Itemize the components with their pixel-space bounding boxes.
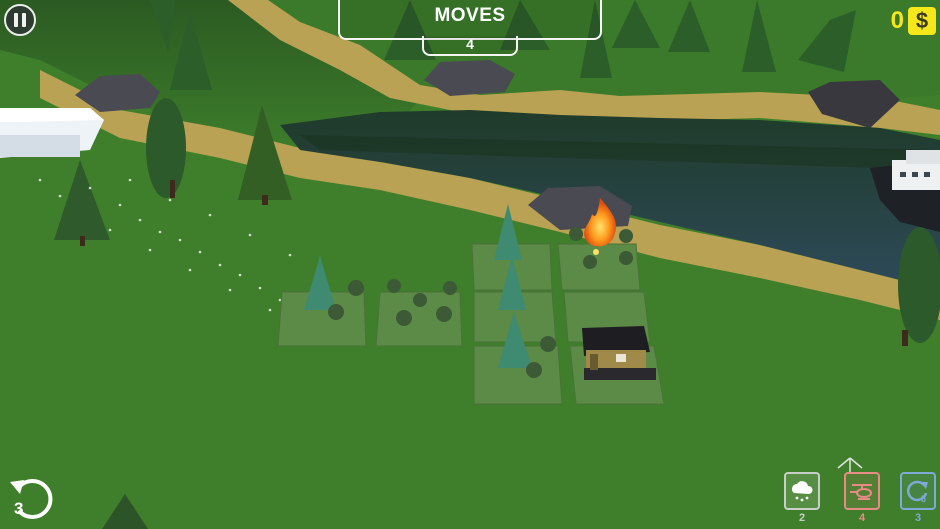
rain-cloud-icon [792,481,813,502]
refresh-badge: 5 [921,494,926,504]
moves-value: 4 [466,36,474,52]
undo-button[interactable]: 3 [6,472,58,524]
helicopter-icon [850,484,872,500]
moves-label: MOVES [434,5,506,26]
moves-panel: MOVES 4 [338,0,602,56]
refresh-ability-count: 3 [914,512,922,524]
game-scene[interactable] [0,0,940,529]
helicopter-ability-button[interactable] [844,472,880,510]
dollar-icon: $ [908,7,936,35]
undo-count: 3 [14,499,24,518]
rain-ability-count: 2 [798,512,806,524]
money-value: 0 [890,7,904,34]
pause-icon [14,13,18,27]
moves-counter: 4 [422,36,518,56]
house [582,326,656,380]
tile[interactable] [557,243,641,291]
pause-icon [22,13,26,27]
refresh-ability-button[interactable]: 5 [900,472,936,510]
refresh-icon: 5 [906,480,928,504]
rain-ability-button[interactable] [784,472,820,510]
helicopter-ability-count: 4 [858,512,866,524]
money-display: 0 $ [891,7,936,35]
pause-button[interactable] [4,4,36,36]
